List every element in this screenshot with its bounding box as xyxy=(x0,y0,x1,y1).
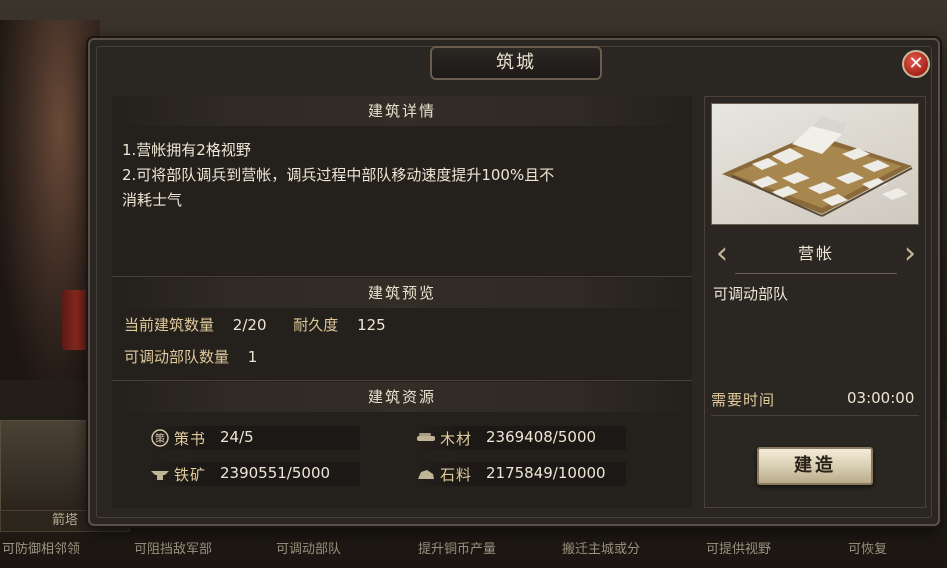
building-card-desc: 可提供视野 xyxy=(706,542,772,557)
details-line: 1.营帐拥有2格视野 xyxy=(122,141,251,159)
preview-header: 建筑预览 xyxy=(112,278,692,308)
troops-row: 可调动部队数量 1 xyxy=(124,346,257,367)
building-description: 可调动部队 xyxy=(713,285,789,303)
book-icon: 策 xyxy=(150,429,170,447)
build-button[interactable]: 建造 xyxy=(757,447,873,485)
building-card-desc: 可调动部队 xyxy=(276,542,342,557)
durability-value: 125 xyxy=(357,316,386,334)
iron-icon xyxy=(150,465,170,483)
close-icon[interactable]: ✕ xyxy=(902,50,930,78)
time-label: 需要时间 xyxy=(711,391,776,409)
dialog-title: 筑城 xyxy=(430,46,602,80)
troops-value: 1 xyxy=(247,348,258,366)
troops-label: 可调动部队数量 xyxy=(124,348,230,366)
building-card-desc: 可防御相邻领 xyxy=(2,542,81,557)
building-count-label: 当前建筑数量 xyxy=(124,316,215,334)
time-value: 03:00:00 xyxy=(847,389,915,407)
build-dialog: 筑城 ✕ 建筑详情 1.营帐拥有2格视野 2.可将部队调兵到营帐，调兵过程中部队… xyxy=(88,38,940,526)
resource-label: 木材 xyxy=(440,430,473,448)
general-portrait xyxy=(0,20,100,380)
prev-building-icon[interactable]: ‹ xyxy=(711,237,733,271)
resources-header: 建筑资源 xyxy=(112,382,692,412)
details-text: 1.营帐拥有2格视野 2.可将部队调兵到营帐，调兵过程中部队移动速度提升100%… xyxy=(122,138,682,213)
resource-item: 木材 2369408/5000 xyxy=(414,426,626,450)
details-header: 建筑详情 xyxy=(112,96,692,126)
wood-icon xyxy=(416,429,436,447)
building-count-value: 2/20 xyxy=(232,316,267,334)
building-preview-panel: ‹ 营帐 › 可调动部队 需要时间 03:00:00 建造 xyxy=(704,96,926,508)
resource-label: 铁矿 xyxy=(174,466,207,484)
building-image xyxy=(711,103,919,225)
resource-label: 石料 xyxy=(440,466,473,484)
resource-value: 2175849/10000 xyxy=(486,464,606,482)
building-count-row: 当前建筑数量 2/20 耐久度 125 xyxy=(124,314,386,335)
section-divider xyxy=(112,276,692,277)
name-underline xyxy=(735,273,897,274)
resource-value: 2369408/5000 xyxy=(486,428,597,446)
section-divider xyxy=(112,380,692,381)
resource-item: 策 策书 24/5 xyxy=(148,426,360,450)
resource-value: 24/5 xyxy=(220,428,254,446)
building-info-panel: 建筑详情 1.营帐拥有2格视野 2.可将部队调兵到营帐，调兵过程中部队移动速度提… xyxy=(112,96,692,508)
details-line: 2.可将部队调兵到营帐，调兵过程中部队移动速度提升100%且不 xyxy=(122,166,555,184)
building-card-desc: 可阻挡敌军部 xyxy=(134,542,213,557)
building-card-desc: 可恢复 xyxy=(848,542,888,557)
resource-value: 2390551/5000 xyxy=(220,464,331,482)
building-card-desc: 搬迁主城或分 xyxy=(562,542,641,557)
building-name: 营帐 xyxy=(797,244,834,263)
next-building-icon[interactable]: › xyxy=(899,237,921,271)
durability-label: 耐久度 xyxy=(293,316,339,334)
details-line: 消耗士气 xyxy=(122,191,183,209)
time-divider xyxy=(711,415,919,416)
resource-item: 石料 2175849/10000 xyxy=(414,462,626,486)
resource-label: 策书 xyxy=(174,430,207,448)
stone-icon xyxy=(416,465,436,483)
resource-item: 铁矿 2390551/5000 xyxy=(148,462,360,486)
svg-text:策: 策 xyxy=(155,432,165,445)
building-card-desc: 提升铜币产量 xyxy=(418,542,497,557)
